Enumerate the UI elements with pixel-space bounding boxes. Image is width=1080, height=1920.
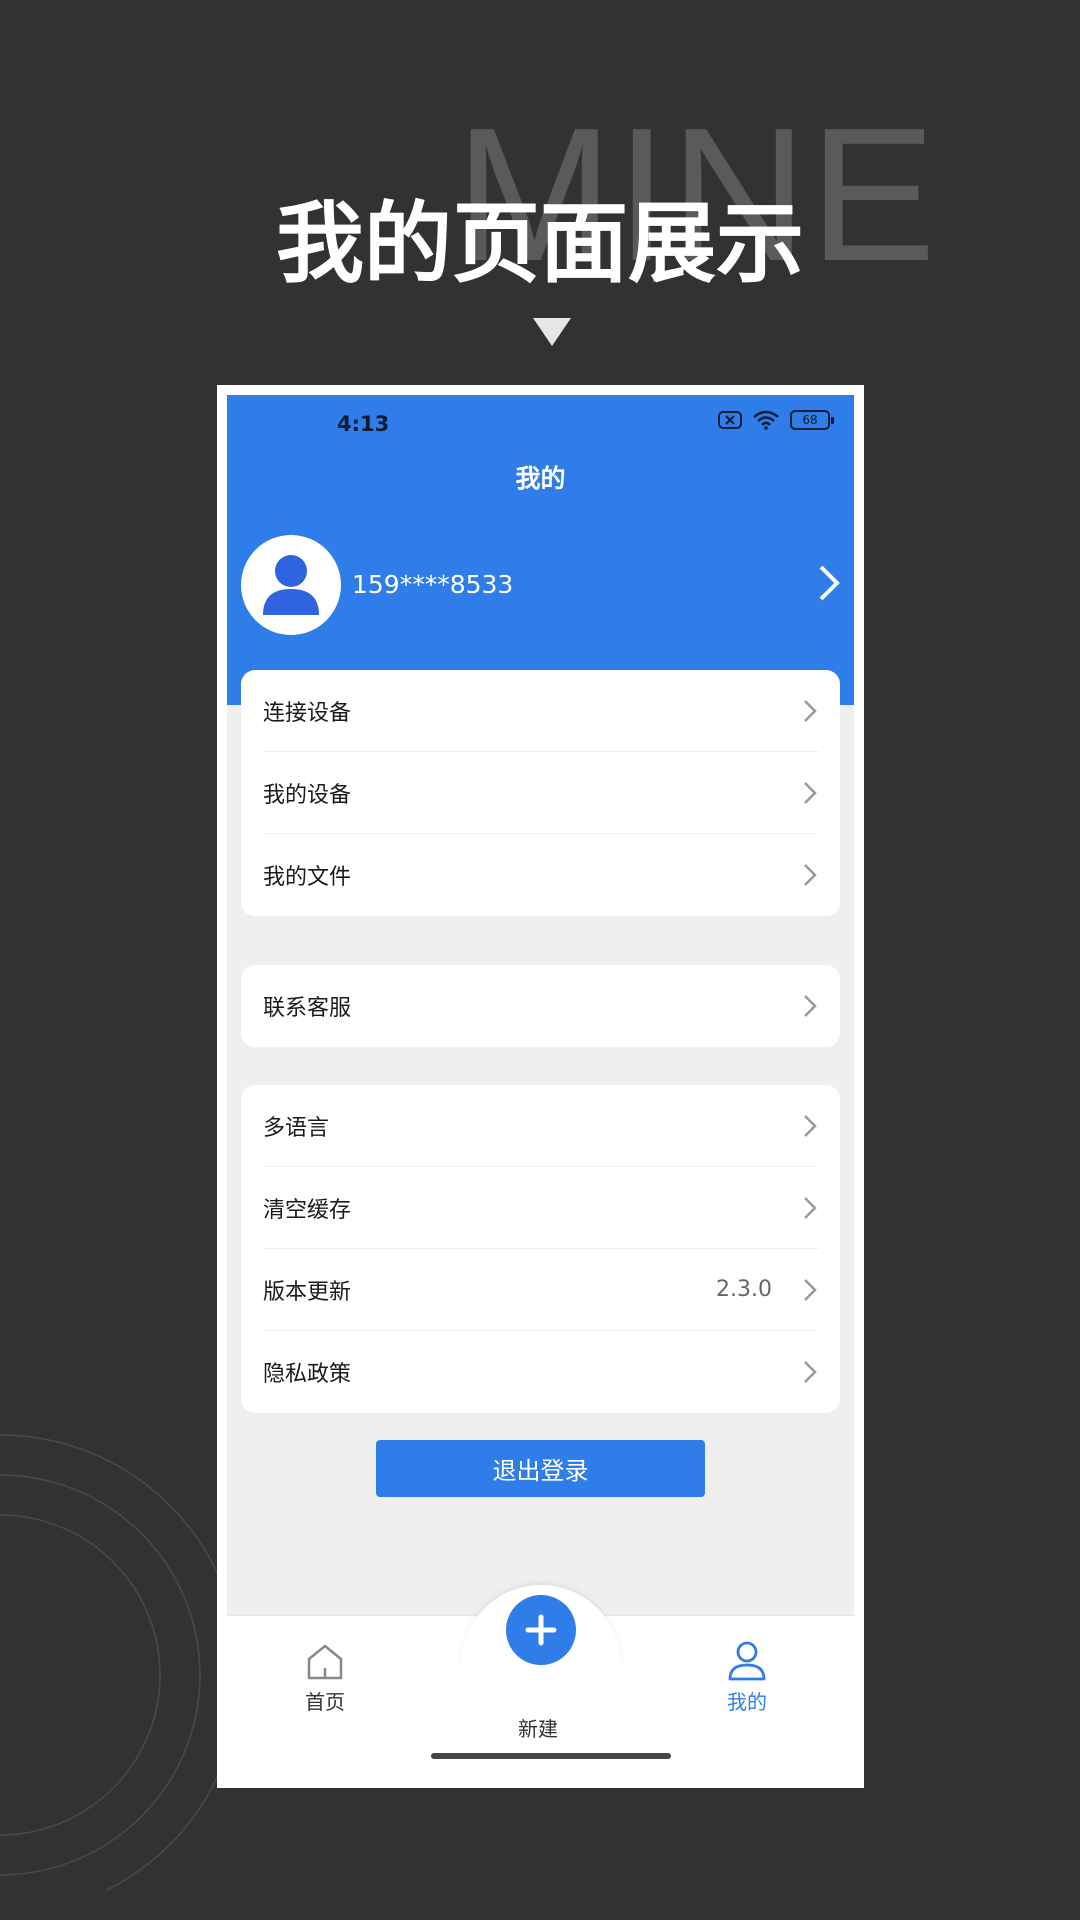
- tab-label: 我的: [727, 1690, 767, 1714]
- chevron-right-icon: [804, 1279, 817, 1301]
- chevron-right-icon: [804, 864, 817, 886]
- chevron-right-icon: [804, 1115, 817, 1137]
- person-icon: [728, 1641, 766, 1681]
- menu-item-label: 我的文件: [263, 865, 352, 890]
- plus-icon: [525, 1614, 557, 1646]
- tab-create[interactable]: 新建: [518, 1709, 558, 1742]
- chevron-right-icon: [804, 1361, 817, 1383]
- menu-item-version-update[interactable]: 版本更新 2.3.0: [263, 1249, 818, 1331]
- menu-item-label: 多语言: [263, 1115, 330, 1141]
- user-avatar-icon: [263, 555, 319, 615]
- avatar[interactable]: [241, 535, 341, 635]
- home-icon: [307, 1644, 343, 1680]
- decorative-arcs: [0, 1434, 220, 1890]
- version-number: 2.3.0: [716, 1277, 772, 1302]
- create-button[interactable]: [506, 1595, 576, 1665]
- battery-level: 68: [802, 413, 818, 427]
- chevron-right-icon: [804, 995, 817, 1017]
- menu-item-contact-support[interactable]: 联系客服: [263, 965, 818, 1047]
- menu-item-my-devices[interactable]: 我的设备: [263, 752, 818, 834]
- down-triangle-icon: [533, 318, 571, 346]
- phone-frame: 4:13 68 我的 159****8533 连接设备 我的设备 我的文件 联系…: [217, 385, 864, 1788]
- menu-item-clear-cache[interactable]: 清空缓存: [263, 1167, 818, 1249]
- logout-button[interactable]: 退出登录: [376, 1440, 705, 1497]
- tab-home[interactable]: 首页: [305, 1642, 345, 1715]
- menu-item-connect-device[interactable]: 连接设备: [263, 670, 818, 752]
- tab-mine[interactable]: 我的: [727, 1640, 767, 1715]
- page-headline: 我的页面展示: [275, 192, 804, 295]
- header-background: 4:13 68 我的 159****8533: [227, 395, 854, 705]
- menu-item-language[interactable]: 多语言: [263, 1085, 818, 1167]
- menu-item-label: 连接设备: [263, 700, 352, 726]
- chevron-right-icon[interactable]: [816, 563, 842, 603]
- menu-item-label: 我的设备: [263, 782, 352, 808]
- tab-label: 首页: [305, 1690, 345, 1714]
- wifi-icon: [753, 410, 779, 430]
- menu-item-privacy-policy[interactable]: 隐私政策: [263, 1331, 818, 1413]
- menu-card-support: 联系客服: [241, 965, 840, 1047]
- menu-item-label: 联系客服: [263, 996, 352, 1021]
- chevron-right-icon: [804, 782, 817, 804]
- menu-card-devices: 连接设备 我的设备 我的文件: [241, 670, 840, 916]
- tab-label: 新建: [518, 1717, 558, 1741]
- status-icons: 68: [718, 410, 834, 430]
- app-screen: 4:13 68 我的 159****8533 连接设备 我的设备 我的文件 联系…: [227, 395, 854, 1778]
- menu-card-settings: 多语言 清空缓存 版本更新 2.3.0 隐私政策: [241, 1085, 840, 1413]
- user-phone[interactable]: 159****8533: [352, 570, 513, 599]
- chevron-right-icon: [804, 700, 817, 722]
- menu-item-my-files[interactable]: 我的文件: [263, 834, 818, 916]
- battery-icon: 68: [790, 410, 834, 430]
- home-indicator: [431, 1753, 671, 1759]
- chevron-right-icon: [804, 1197, 817, 1219]
- status-time: 4:13: [337, 412, 390, 436]
- menu-item-label: 隐私政策: [263, 1362, 352, 1387]
- page-title: 我的: [515, 464, 566, 493]
- sim-card-icon: [718, 411, 742, 429]
- menu-item-label: 版本更新: [263, 1279, 352, 1305]
- menu-item-label: 清空缓存: [263, 1197, 352, 1223]
